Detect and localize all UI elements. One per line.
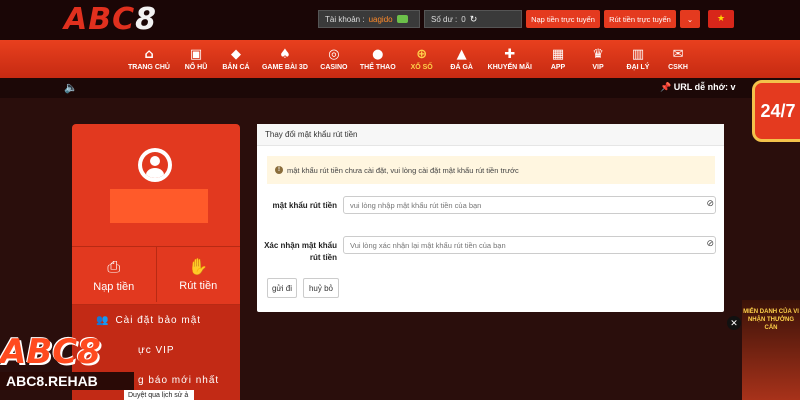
brand-logo[interactable]: ABC8	[64, 2, 157, 37]
eye-off-icon[interactable]: ⊘	[706, 199, 714, 209]
nav-icon: ⌂	[144, 46, 154, 62]
watermark-site: ABC8.REHAB	[0, 372, 134, 390]
nav-item-12[interactable]: ✉ CSKH	[658, 40, 698, 78]
url-note: 📌 URL dễ nhớ: v	[660, 82, 736, 93]
nav-label: GAME BÀI 3D	[261, 63, 308, 71]
nav-item-5[interactable]: ● THỂ THAO	[354, 40, 402, 78]
user-settings-icon: 👥	[96, 314, 110, 326]
warning-alert: ! mật khẩu rút tiền chưa cài đặt, vui lò…	[267, 156, 715, 184]
password-input[interactable]	[343, 196, 716, 214]
star-icon: ★	[716, 14, 726, 24]
support-badge[interactable]: 24/7	[752, 80, 800, 142]
nav-label: THỂ THAO	[359, 63, 396, 71]
withdraw-icon: ✋	[188, 257, 209, 276]
nav-icon: ●	[372, 46, 384, 62]
announcement-bar: 🔈 📌 URL dễ nhớ: v	[0, 78, 800, 98]
main-nav: ⌂ TRANG CHỦ ▣ NỔ HŨ ◆ BẮN CÁ ♠ GAME BÀI 3D ◎ CASI…	[0, 40, 800, 78]
nav-icon: ▣	[189, 46, 203, 62]
cancel-button[interactable]: huỷ bỏ	[303, 278, 339, 298]
nav-label: VIP	[592, 63, 604, 71]
nav-icon: ♠	[279, 46, 291, 62]
nav-icon: ◆	[230, 46, 241, 62]
sidebar-item-security[interactable]: 👥 Cài đặt bảo mật	[72, 305, 240, 335]
nav-item-3[interactable]: ♠ GAME BÀI 3D	[256, 40, 314, 78]
nav-label: KHUYẾN MÃI	[487, 63, 533, 71]
confirm-password-label: Xác nhận mật khẩu rút tiền	[264, 241, 337, 262]
nav-item-10[interactable]: ♛ VIP	[578, 40, 618, 78]
pin-icon: 📌	[660, 83, 672, 93]
promo-banner[interactable]: MIỄN DANH CỦA VI NHẬN THƯỞNG CẤN	[742, 300, 800, 400]
watermark-logo: ABC8	[0, 332, 101, 372]
withdraw-button[interactable]: ✋ Rút tiền	[155, 247, 241, 302]
submit-button[interactable]: gửi đi	[267, 278, 297, 298]
deposit-label: Nạp tiền	[93, 280, 135, 293]
nav-item-8[interactable]: ✚ KHUYẾN MÃI	[482, 40, 538, 78]
nav-item-4[interactable]: ◎ CASINO	[314, 40, 354, 78]
top-header: ABC8 Tài khoản : uagido Số dư : 0 ↻ Nạp …	[0, 0, 800, 40]
nav-label: TRANG CHỦ	[127, 63, 170, 71]
nav-label: APP	[550, 63, 566, 71]
nav-item-2[interactable]: ◆ BẮN CÁ	[216, 40, 256, 78]
refresh-icon[interactable]: ↻	[470, 14, 478, 25]
nav-label: CSKH	[668, 63, 688, 71]
nav-list: ⌂ TRANG CHỦ ▣ NỔ HŨ ◆ BẮN CÁ ♠ GAME BÀI 3D ◎ CASI…	[122, 40, 698, 78]
balance-value: 0	[461, 14, 466, 24]
user-icon	[142, 152, 168, 178]
nav-label: ĐÁ GÀ	[450, 63, 473, 71]
withdraw-password-card: Thay đổi mật khẩu rút tiền ! mật khẩu rú…	[257, 124, 724, 312]
nav-label: NỔ HŨ	[184, 63, 208, 71]
nav-label: BẮN CÁ	[222, 63, 250, 71]
username-redacted	[110, 189, 208, 223]
card-title: Thay đổi mật khẩu rút tiền	[257, 124, 724, 146]
nav-label: CASINO	[320, 63, 348, 71]
nav-icon: ✉	[672, 46, 684, 62]
close-icon[interactable]: ✕	[727, 316, 741, 330]
nav-icon: ◎	[328, 46, 340, 62]
deposit-button[interactable]: ⎙ Nạp tiền	[72, 247, 156, 302]
nav-icon: ♛	[592, 46, 604, 62]
password-label: mật khẩu rút tiền	[272, 201, 337, 210]
nav-item-11[interactable]: ▥ ĐẠI LÝ	[618, 40, 658, 78]
history-tab[interactable]: Duyệt qua lịch sử ả	[124, 390, 194, 400]
nav-icon: ▲	[456, 46, 467, 62]
message-icon[interactable]	[396, 15, 408, 23]
nav-item-7[interactable]: ▲ ĐÁ GÀ	[442, 40, 482, 78]
chevron-down-icon: ⌄	[686, 14, 694, 24]
nav-icon: ▦	[551, 46, 565, 62]
deposit-icon: ⎙	[107, 256, 121, 276]
account-value: uagido	[368, 14, 393, 24]
dropdown-button[interactable]: ⌄	[680, 10, 700, 28]
nav-icon: ⊕	[416, 46, 428, 62]
nav-item-1[interactable]: ▣ NỔ HŨ	[176, 40, 216, 78]
account-label: Tài khoản :	[325, 14, 365, 24]
avatar	[138, 148, 172, 182]
eye-off-icon[interactable]: ⊘	[706, 239, 714, 249]
nav-label: ĐẠI LÝ	[626, 63, 650, 71]
nav-label: XỔ SỐ	[410, 63, 433, 71]
withdraw-label: Rút tiền	[179, 280, 218, 292]
account-box: Tài khoản : uagido	[318, 10, 420, 28]
speaker-icon[interactable]: 🔈	[64, 81, 78, 94]
language-flag-button[interactable]: ★	[708, 10, 734, 28]
nav-item-6[interactable]: ⊕ XỔ SỐ	[402, 40, 442, 78]
confirm-password-input[interactable]	[343, 236, 716, 254]
nav-icon: ✚	[504, 46, 516, 62]
deposit-online-button[interactable]: Nạp tiền trực tuyến	[526, 10, 600, 28]
wallet-actions: ⎙ Nạp tiền ✋ Rút tiền	[72, 246, 240, 302]
info-icon: !	[275, 166, 283, 174]
balance-box: Số dư : 0 ↻	[424, 10, 522, 28]
withdraw-online-button[interactable]: Rút tiền trực tuyến	[604, 10, 676, 28]
nav-item-9[interactable]: ▦ APP	[538, 40, 578, 78]
nav-item-0[interactable]: ⌂ TRANG CHỦ	[122, 40, 176, 78]
balance-label: Số dư :	[431, 14, 458, 24]
nav-icon: ▥	[631, 46, 645, 62]
